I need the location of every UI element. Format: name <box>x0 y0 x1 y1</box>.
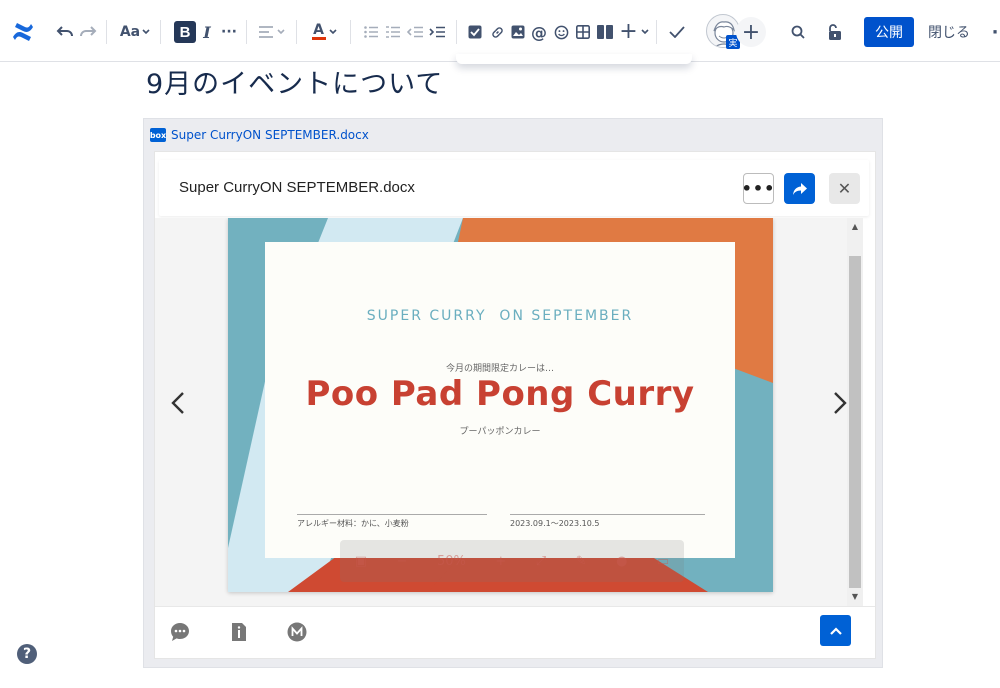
thumbnails-icon[interactable]: ▣ <box>355 554 367 569</box>
toolbar-divider <box>456 20 457 44</box>
page-title[interactable]: 9月のイベントについて <box>146 62 443 101</box>
box-embed[interactable]: box Super CurryON SEPTEMBER.docx Super C… <box>143 118 883 668</box>
toolbar-divider <box>246 20 247 44</box>
campaign-period: 2023.09.1～2023.10.5 <box>510 519 600 528</box>
file-info-icon[interactable] <box>228 621 250 643</box>
toolbar-divider <box>296 20 297 44</box>
chevron-down-icon <box>328 29 337 35</box>
document-preview-area[interactable]: SUPER CURRY ON SEPTEMBER 今月の期間限定カレーは… Po… <box>155 218 863 606</box>
plus-icon: + <box>619 19 638 44</box>
box-preview-viewer: Super CurryON SEPTEMBER.docx ••• ✕ SUPER… <box>154 151 876 659</box>
comment-icon[interactable]: ● <box>616 554 627 569</box>
text-color-swatch <box>311 37 326 40</box>
scrollbar-thumb[interactable] <box>849 256 861 588</box>
toolbar-divider <box>656 20 657 44</box>
insert-more-dropdown[interactable]: + <box>618 20 650 44</box>
metadata-icon[interactable] <box>286 621 308 643</box>
share-button[interactable] <box>784 173 815 204</box>
present-icon[interactable]: ▭ <box>657 554 669 569</box>
text-color-label: A <box>313 22 324 38</box>
editor-toolbar: Aa B I ··· A @ + 実 + 公開 閉じる · <box>0 0 1000 64</box>
chevron-left-icon <box>171 392 184 414</box>
document-subheading: 今月の期間限定カレーは… <box>445 364 554 374</box>
preview-scrollbar[interactable]: ▲ ▼ <box>847 218 863 606</box>
embed-source-link[interactable]: Super CurryON SEPTEMBER.docx <box>171 128 369 142</box>
redo-icon[interactable] <box>77 20 99 44</box>
box-logo-icon: box <box>150 128 166 142</box>
fullscreen-icon[interactable]: ⤢ <box>536 554 546 569</box>
zoom-in-icon[interactable]: + <box>495 554 506 569</box>
layout-columns-icon[interactable] <box>596 20 614 44</box>
embed-source[interactable]: box Super CurryON SEPTEMBER.docx <box>150 125 369 145</box>
chevron-down-icon <box>277 29 285 35</box>
viewer-header: Super CurryON SEPTEMBER.docx ••• ✕ <box>159 160 869 216</box>
zoom-out-icon[interactable]: − <box>397 554 408 569</box>
toolbar-divider <box>106 20 107 44</box>
allergy-info: アレルギー材料：かに、小麦粉 <box>297 519 409 528</box>
alignment-dropdown[interactable] <box>256 20 288 44</box>
previous-file-button[interactable] <box>163 383 193 423</box>
annotate-icon[interactable]: ✎ <box>576 554 587 569</box>
link-icon[interactable] <box>488 20 506 44</box>
text-style-label: Aa <box>119 24 141 40</box>
publish-button[interactable]: 公開 <box>864 17 914 47</box>
bullet-list-icon[interactable] <box>362 20 380 44</box>
align-left-icon <box>259 26 273 38</box>
scroll-down-arrow-icon[interactable]: ▼ <box>850 592 860 602</box>
italic-button[interactable]: I <box>198 20 216 44</box>
bold-button[interactable]: B <box>173 20 197 44</box>
document-main-title: Poo Pad Pong Curry <box>305 374 695 414</box>
text-style-dropdown[interactable]: Aa <box>118 20 152 44</box>
confluence-editor: Aa B I ··· A @ + 実 + 公開 閉じる · 9月のイベントについ… <box>0 0 1000 688</box>
chevron-right-icon <box>834 392 847 414</box>
numbered-list-icon[interactable] <box>384 20 402 44</box>
comments-icon[interactable] <box>169 621 191 643</box>
checkmark-icon[interactable] <box>666 20 688 44</box>
document-reading: プーパッポンカレー <box>459 427 541 437</box>
task-checkbox-icon[interactable] <box>466 20 484 44</box>
outdent-icon[interactable] <box>406 20 424 44</box>
add-collaborator-button[interactable]: + <box>736 17 766 47</box>
chevron-down-icon <box>142 29 150 35</box>
more-formatting-label: ··· <box>221 24 237 40</box>
viewer-footer <box>155 606 875 658</box>
mention-icon[interactable]: @ <box>530 20 548 44</box>
more-actions-button[interactable]: · <box>990 20 1000 44</box>
close-preview-button[interactable]: ✕ <box>829 173 860 204</box>
page-content-card: SUPER CURRY ON SEPTEMBER 今月の期間限定カレーは… Po… <box>265 242 735 558</box>
scroll-up-arrow-icon[interactable]: ▲ <box>850 222 860 232</box>
toolbar-divider <box>350 20 351 44</box>
viewer-file-title: Super CurryON SEPTEMBER.docx <box>179 179 415 196</box>
indent-icon[interactable] <box>428 20 446 44</box>
help-button[interactable]: ? <box>17 644 37 664</box>
emoji-icon[interactable] <box>552 20 570 44</box>
italic-label: I <box>203 22 211 42</box>
scroll-to-top-button[interactable] <box>820 615 851 646</box>
image-icon[interactable] <box>509 20 527 44</box>
bold-label: B <box>174 21 196 43</box>
text-color-dropdown[interactable]: A <box>308 20 340 44</box>
toolbar-divider <box>160 20 161 44</box>
table-icon[interactable] <box>574 20 592 44</box>
chevron-up-icon <box>829 626 842 635</box>
document-heading: SUPER CURRY ON SEPTEMBER <box>366 308 634 324</box>
divider-line <box>297 514 487 515</box>
close-editor-button[interactable]: 閉じる <box>928 17 970 47</box>
divider-line <box>510 514 705 515</box>
document-page: SUPER CURRY ON SEPTEMBER 今月の期間限定カレーは… Po… <box>228 218 773 592</box>
more-options-button[interactable]: ••• <box>742 173 774 204</box>
confluence-logo-icon[interactable] <box>10 20 36 44</box>
more-formatting-button[interactable]: ··· <box>218 20 240 44</box>
toolbar-popup-shadow <box>456 54 692 64</box>
zoom-controls[interactable]: ▣ − 50% + ⤢ ✎ ● ▭ <box>340 540 684 582</box>
zoom-level: 50% <box>436 553 466 569</box>
undo-icon[interactable] <box>54 20 76 44</box>
search-icon[interactable] <box>788 20 808 44</box>
restrictions-unlock-icon[interactable] <box>824 20 846 44</box>
plus-icon: + <box>741 19 761 45</box>
text-color-icon: A <box>311 22 326 40</box>
chevron-down-icon <box>641 29 649 35</box>
share-arrow-icon <box>792 182 807 195</box>
